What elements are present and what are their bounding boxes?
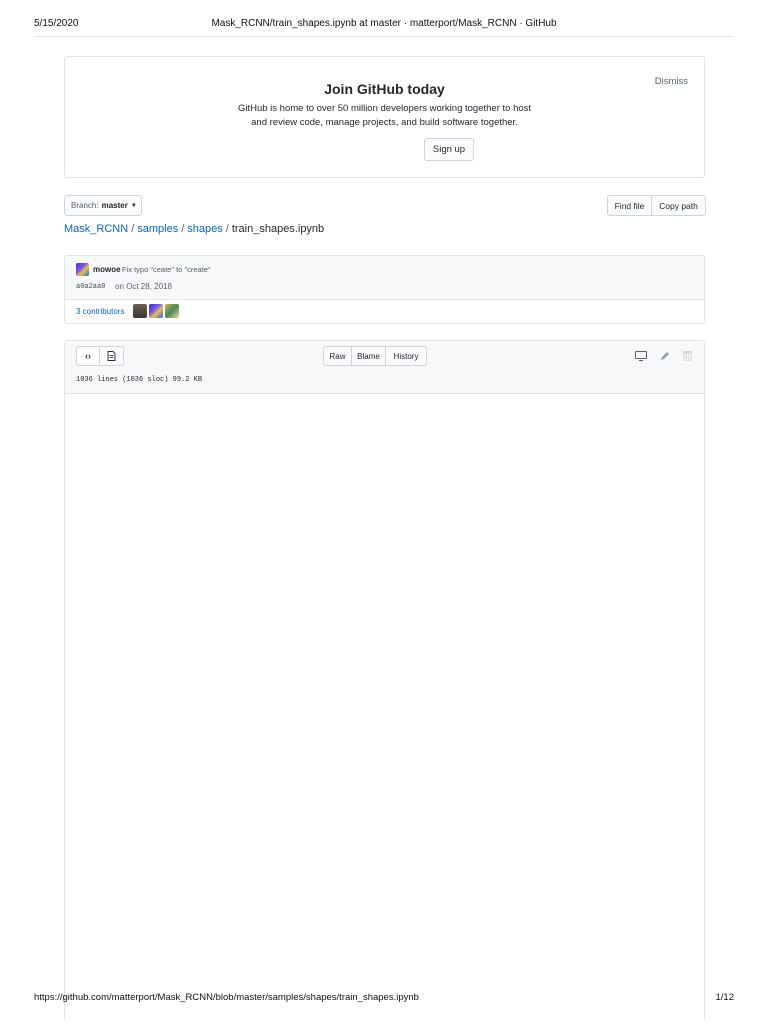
breadcrumb-samples[interactable]: samples (137, 223, 178, 235)
copy-path-button[interactable]: Copy path (652, 195, 706, 216)
commit-summary: mowoe Fix typo "ceate" to "create" a0a2a… (65, 256, 704, 300)
page-number: 1/12 (715, 992, 735, 1003)
caret-down-icon: ▼ (130, 202, 137, 209)
pencil-icon[interactable] (660, 348, 670, 366)
breadcrumb-file: train_shapes.ipynb (231, 223, 325, 235)
commit-author[interactable]: mowoe (93, 265, 121, 274)
file-text-icon-svg (107, 351, 116, 361)
print-header: 5/15/2020 Mask_RCNN/train_shapes.ipynb a… (34, 14, 734, 37)
history-button[interactable]: History (386, 346, 427, 366)
breadcrumb-separator: / (225, 223, 229, 235)
trash-icon[interactable] (683, 348, 692, 366)
desktop-icon[interactable] (635, 348, 647, 366)
breadcrumb-repo[interactable]: Mask_RCNN (64, 223, 128, 235)
commit-sha[interactable]: a0a2aa0 (76, 283, 105, 291)
find-file-button[interactable]: Find file (607, 195, 652, 216)
contributor-avatars (133, 304, 179, 318)
sign-up-button[interactable]: Sign up (424, 138, 474, 161)
signup-description-line1: GitHub is home to over 50 million develo… (237, 103, 532, 114)
commit-info: mowoe Fix typo "ceate" to "create" a0a2a… (64, 255, 705, 324)
breadcrumb: Mask_RCNN / samples / shapes / train_shapes.ip… (64, 223, 324, 235)
file-icon-actions (635, 348, 692, 366)
signup-prompt: Dismiss Join GitHub today GitHub is home… (64, 56, 705, 178)
commit-date: on Oct 28, 2018 (115, 282, 172, 291)
file-actions: Find file Copy path (607, 195, 706, 216)
file-info: 1036 lines (1036 sloc) 99.2 KB (76, 376, 203, 384)
commit-message[interactable]: Fix typo "ceate" to "create" (122, 265, 211, 274)
branch-selector[interactable]: Branch: master ▼ (64, 195, 142, 216)
breadcrumb-separator: / (181, 223, 185, 235)
branch-label: Branch: (71, 201, 99, 210)
print-url: https://github.com/matterport/Mask_RCNN/… (34, 992, 419, 1003)
file-buttons: Raw Blame History (323, 346, 427, 366)
signup-heading: Join GitHub today (324, 81, 445, 97)
breadcrumb-shapes[interactable]: shapes (187, 223, 222, 235)
code-icon[interactable]: ‹› (76, 346, 100, 366)
contributor-avatar[interactable] (133, 304, 147, 318)
file-viewer: ‹› Raw Blame History 1036 lines (1036 sl… (64, 340, 705, 1020)
contributor-avatar[interactable] (149, 304, 163, 318)
signup-description-line2: and review code, manage projects, and bu… (251, 117, 518, 128)
branch-value: master (101, 201, 128, 210)
breadcrumb-separator: / (131, 223, 135, 235)
raw-button[interactable]: Raw (323, 346, 352, 366)
file-header: ‹› Raw Blame History 1036 lines (1036 sl… (65, 341, 704, 394)
contributors-link[interactable]: 3 contributors (76, 307, 124, 316)
avatar[interactable] (76, 263, 89, 276)
signup-description: GitHub is home to over 50 million develo… (65, 102, 704, 130)
contributor-avatar[interactable] (165, 304, 179, 318)
blame-button[interactable]: Blame (352, 346, 386, 366)
print-title: Mask_RCNN/train_shapes.ipynb at master ·… (211, 18, 557, 29)
view-toggle: ‹› (76, 346, 124, 366)
file-text-icon[interactable] (100, 346, 124, 366)
